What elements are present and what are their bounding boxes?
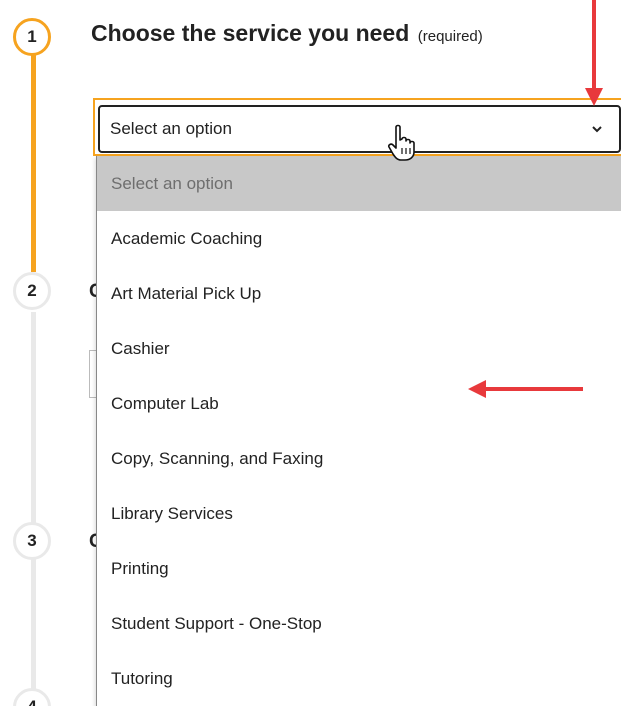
required-note: (required) <box>417 28 483 45</box>
dropdown-option-placeholder[interactable]: Select an option <box>97 156 621 211</box>
dropdown-option[interactable]: Library Services <box>97 486 621 541</box>
service-select[interactable]: Select an option <box>98 105 621 153</box>
step-1-indicator: 1 <box>13 18 51 56</box>
step-rail-active <box>31 50 36 272</box>
step-3-indicator: 3 <box>13 522 51 560</box>
dropdown-option[interactable]: Cashier <box>97 321 621 376</box>
page-title: Choose the service you need <box>91 20 410 46</box>
page: 1 2 3 4 C C Choose the service you need … <box>0 0 621 706</box>
service-dropdown-list: Select an option Academic Coaching Art M… <box>96 156 621 706</box>
dropdown-option[interactable]: Art Material Pick Up <box>97 266 621 321</box>
step-1-heading: Choose the service you need (required) <box>91 20 483 47</box>
service-select-value: Select an option <box>110 119 232 138</box>
step-2-indicator: 2 <box>13 272 51 310</box>
dropdown-option[interactable]: Academic Coaching <box>97 211 621 266</box>
step-rail-inactive <box>31 312 36 706</box>
step-4-indicator: 4 <box>13 688 51 706</box>
arrow-down-icon <box>585 0 603 106</box>
dropdown-option[interactable]: Tutoring <box>97 651 621 706</box>
dropdown-option[interactable]: Printing <box>97 541 621 596</box>
hand-pointer-icon <box>388 124 415 161</box>
chevron-down-icon[interactable] <box>591 123 603 135</box>
dropdown-option[interactable]: Student Support - One-Stop <box>97 596 621 651</box>
dropdown-option[interactable]: Copy, Scanning, and Faxing <box>97 431 621 486</box>
arrow-left-icon <box>468 380 583 398</box>
